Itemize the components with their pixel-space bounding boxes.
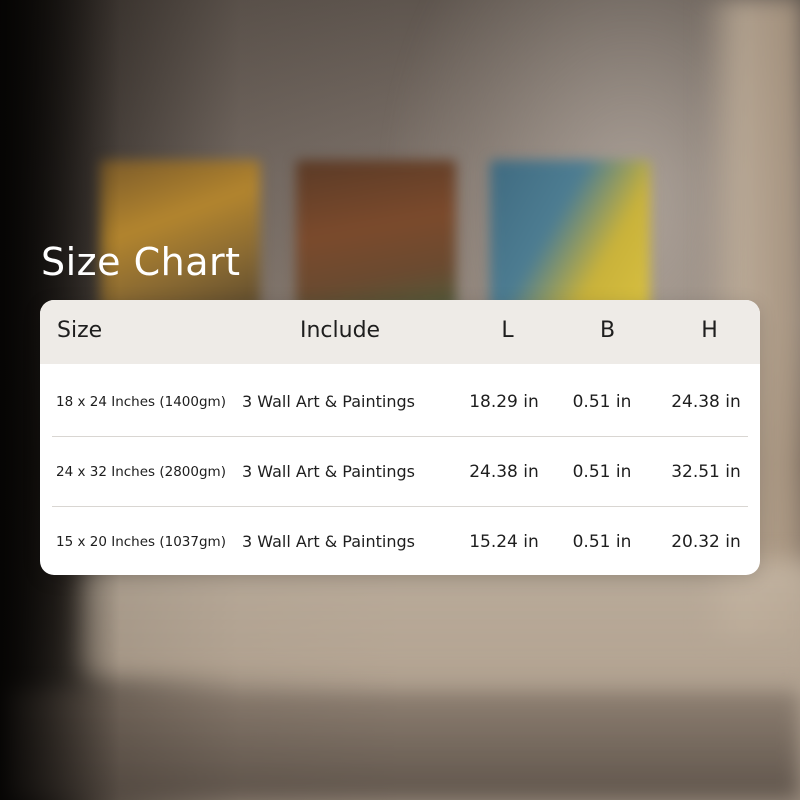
row-height: 32.51 in <box>671 462 741 482</box>
row-height: 20.32 in <box>671 532 741 552</box>
row-size: 24 x 32 Inches (2800gm) <box>56 464 226 480</box>
table-row: 15 x 20 Inches (1037gm) 3 Wall Art & Pai… <box>52 507 748 575</box>
row-length: 18.29 in <box>469 392 539 412</box>
header-include: Include <box>300 318 381 343</box>
row-include: 3 Wall Art & Paintings <box>242 392 415 411</box>
header-height: H <box>701 318 718 343</box>
row-include: 3 Wall Art & Paintings <box>242 462 415 481</box>
table-header: Size Include L B H <box>40 300 760 364</box>
table-row: 24 x 32 Inches (2800gm) 3 Wall Art & Pai… <box>52 437 748 507</box>
row-breadth: 0.51 in <box>572 462 632 482</box>
row-height: 24.38 in <box>671 392 741 412</box>
row-breadth: 0.51 in <box>572 532 632 552</box>
row-length: 24.38 in <box>469 462 539 482</box>
wall-art-left <box>100 160 260 310</box>
wall-art-right <box>490 160 650 310</box>
page-title: Size Chart <box>41 240 241 284</box>
header-size: Size <box>57 318 103 343</box>
row-length: 15.24 in <box>469 532 539 552</box>
row-include: 3 Wall Art & Paintings <box>242 532 415 551</box>
wall-art-middle <box>296 160 456 310</box>
sofa <box>80 560 800 680</box>
table-row: 18 x 24 Inches (1400gm) 3 Wall Art & Pai… <box>52 367 748 437</box>
row-size: 18 x 24 Inches (1400gm) <box>56 394 226 410</box>
header-length: L <box>501 318 514 343</box>
row-size: 15 x 20 Inches (1037gm) <box>56 534 226 550</box>
size-chart-table: Size Include L B H 18 x 24 Inches (1400g… <box>40 300 760 575</box>
row-breadth: 0.51 in <box>572 392 632 412</box>
floor <box>0 690 800 800</box>
header-breadth: B <box>599 318 616 343</box>
